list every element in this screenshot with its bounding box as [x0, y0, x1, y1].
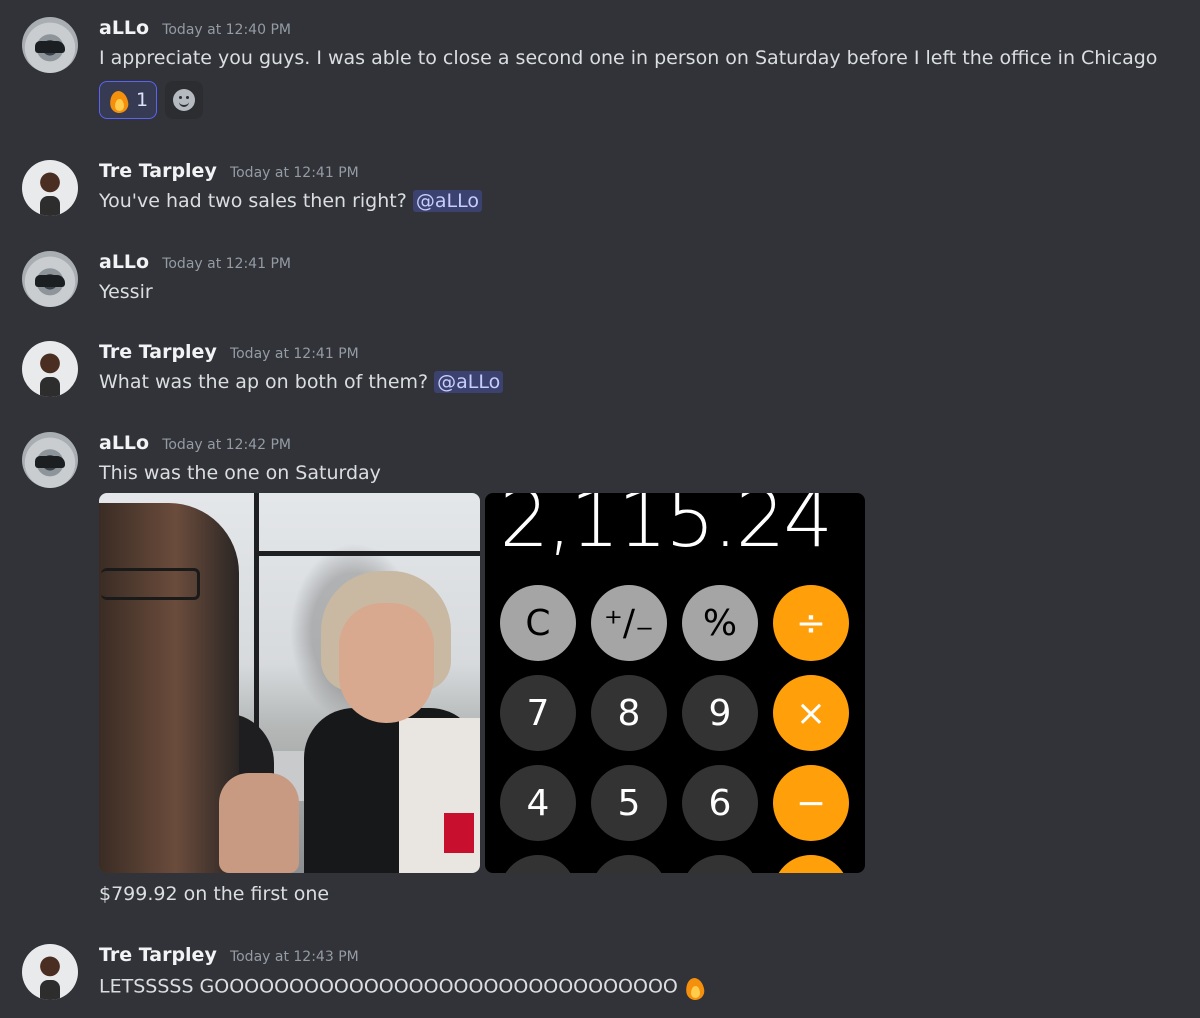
timestamp: Today at 12:41 PM [229, 165, 359, 181]
timestamp: Today at 12:41 PM [229, 346, 359, 362]
calc-key-8: 8 [591, 675, 667, 751]
sweater-mark [444, 813, 474, 853]
fire-emoji-icon [684, 974, 706, 1000]
calc-key-partial [773, 855, 849, 873]
username[interactable]: Tre Tarpley [99, 944, 217, 966]
calculator-display: 2,115.24 [499, 493, 833, 565]
avatar[interactable] [22, 17, 78, 73]
username[interactable]: Tre Tarpley [99, 341, 217, 363]
calc-key-7: 7 [500, 675, 576, 751]
calc-key-9: 9 [682, 675, 758, 751]
calc-key-divide: ÷ [773, 585, 849, 661]
fire-emoji-icon [108, 87, 130, 113]
calc-key-4: 4 [500, 765, 576, 841]
message-body: What was the ap on both of them? [99, 371, 429, 393]
calc-key-partial [682, 855, 758, 873]
fire-reaction-button[interactable]: 1 [99, 81, 158, 119]
message-text: I appreciate you guys. I was able to clo… [99, 47, 1158, 69]
username[interactable]: Tre Tarpley [99, 160, 217, 182]
window-bar [254, 551, 480, 556]
timestamp: Today at 12:40 PM [162, 22, 291, 38]
calc-key-multiply: × [773, 675, 849, 751]
message-text: Yessir [99, 281, 153, 303]
woman-face [339, 603, 434, 723]
avatar[interactable] [22, 944, 78, 1000]
message-body: LETSSSSS GOOOOOOOOOOOOOOOOOOOOOOOOOOOOOO… [99, 975, 678, 998]
timestamp: Today at 12:41 PM [162, 256, 291, 272]
man-head [99, 503, 239, 873]
calc-key-5: 5 [591, 765, 667, 841]
add-reaction-button[interactable] [165, 81, 204, 119]
calculator-screenshot-attachment[interactable]: 2,115.24 C ⁺∕₋ % ÷ 7 8 9 × 4 5 6 − [485, 493, 865, 873]
username[interactable]: aLLo [99, 17, 149, 39]
user-mention[interactable]: @aLLo [412, 190, 482, 212]
message-body: You've had two sales then right? [99, 190, 407, 212]
message-text: $799.92 on the first one [99, 883, 330, 905]
message-text: LETSSSSS GOOOOOOOOOOOOOOOOOOOOOOOOOOOOOO… [99, 974, 706, 1000]
reactions-bar: 1 [99, 81, 204, 119]
timestamp: Today at 12:43 PM [229, 949, 359, 965]
avatar[interactable] [22, 341, 78, 397]
timestamp: Today at 12:42 PM [162, 437, 291, 453]
message-text: What was the ap on both of them? @aLLo [99, 371, 504, 393]
calc-key-percent: % [682, 585, 758, 661]
user-mention[interactable]: @aLLo [434, 371, 504, 393]
calc-key-sign: ⁺∕₋ [591, 585, 667, 661]
add-reaction-icon [173, 89, 196, 111]
message-text: This was the one on Saturday [99, 462, 381, 484]
calc-key-subtract: − [773, 765, 849, 841]
reaction-count: 1 [136, 89, 149, 111]
message-text: You've had two sales then right? @aLLo [99, 190, 482, 212]
avatar[interactable] [22, 251, 78, 307]
calc-key-partial [500, 855, 576, 873]
calc-key-partial [591, 855, 667, 873]
username[interactable]: aLLo [99, 432, 149, 454]
calc-key-clear: C [500, 585, 576, 661]
username[interactable]: aLLo [99, 251, 149, 273]
thumbs-up [219, 773, 299, 873]
glasses [101, 568, 200, 600]
avatar[interactable] [22, 432, 78, 488]
avatar[interactable] [22, 160, 78, 216]
photo-attachment[interactable] [99, 493, 480, 873]
calc-key-6: 6 [682, 765, 758, 841]
